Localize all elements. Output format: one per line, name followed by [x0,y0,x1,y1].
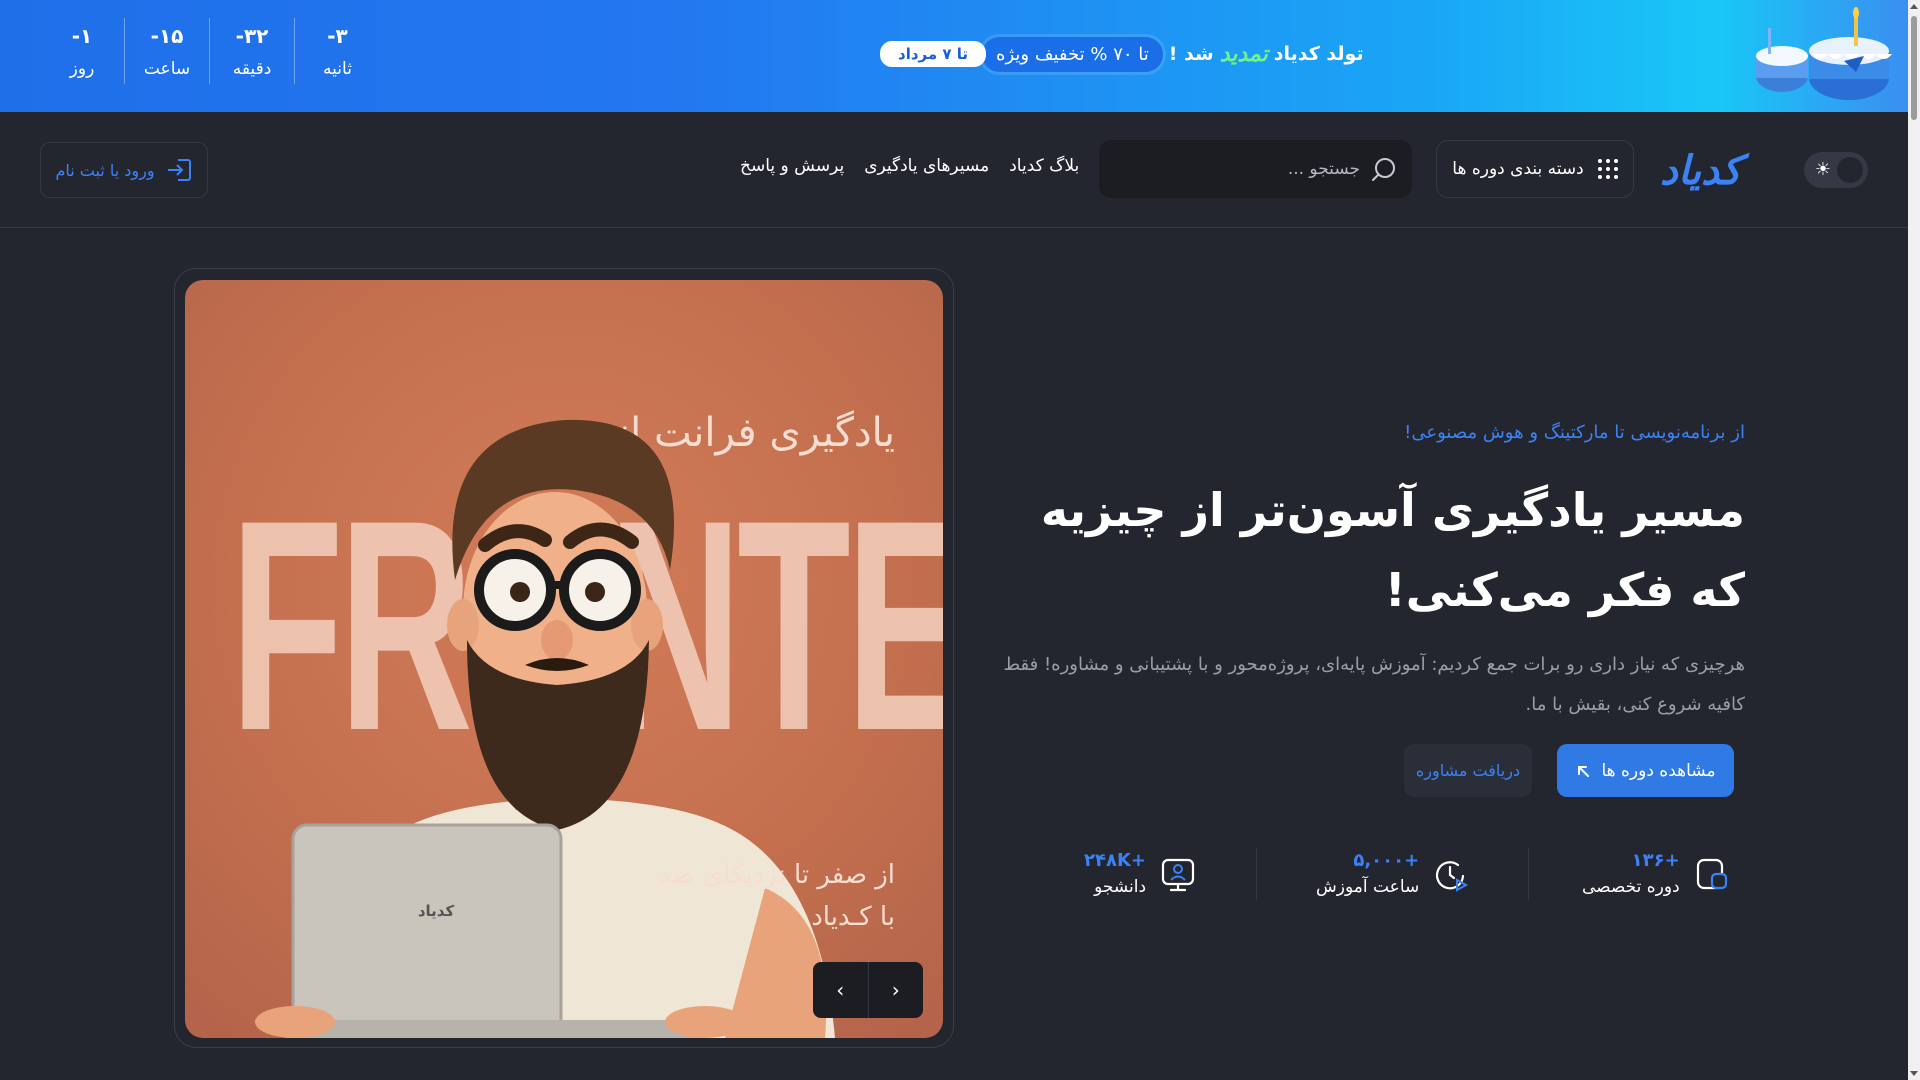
countdown-value: -۱ [71,24,93,48]
birthday-cake-icon [1756,7,1892,100]
countdown-seconds: -۳ ثانیه [295,18,380,84]
sun-icon: ☀ [1814,159,1832,180]
countdown-hours: -۱۵ ساعت [125,18,210,84]
countdown-value: -۱۵ [150,24,184,48]
countdown-label: ساعت [143,59,191,79]
categories-label: دسته بندی دوره ها [1452,159,1584,179]
login-label: ورود یا ثبت نام [55,160,155,180]
chevron-right-icon: › [891,978,900,1002]
countdown-value: -۳۲ [235,24,269,48]
categories-button[interactable]: دسته بندی دوره ها [1436,140,1634,198]
theme-toggle[interactable]: ☀ [1804,152,1868,188]
arrow-up-left-icon [1578,765,1590,777]
banner-text-prefix: تولد کدیاد [1273,43,1364,65]
nav-item-learning-paths[interactable]: مسیرهای یادگیری [864,156,989,176]
scrollbar-thumb[interactable] [1911,16,1917,120]
slide-subtitle-1: از صفر تا نزدیکای صد [658,860,895,890]
promo-banner[interactable]: -۱ روز -۱۵ ساعت -۳۲ دقیقه -۳ ثانیه تولد … [0,0,1908,112]
slider-next-button[interactable]: › [869,962,924,1018]
slider-controls: ‹ › [813,962,923,1018]
login-icon [167,159,191,181]
countdown-days: -۱ روز [40,18,125,84]
stat-divider [1528,848,1529,900]
banner-text-highlight: تمدید [1219,41,1268,67]
hero-description: هرچیزی که نیاز داری رو برات جمع کردیم: آ… [1003,654,1745,715]
stat-value: +۲۴۸K [1084,850,1147,871]
main-nav: بلاگ کدیاد مسیرهای یادگیری پرسش و پاسخ [740,156,1079,176]
search-icon[interactable] [1370,156,1398,184]
countdown-value: -۳ [327,24,348,48]
stat-students: +۲۴۸K دانشجو [1084,848,1196,900]
date-badge: تا ۷ مرداد [880,41,987,67]
search-input[interactable] [1120,140,1360,198]
stat-value: +۵,۰۰۰ [1353,850,1420,871]
stat-label: دانشجو [1094,877,1147,897]
chevron-left-icon: ‹ [836,978,845,1002]
grid-dots-icon [1597,159,1618,179]
site-header: ☀ کدیاد دسته بندی دوره ها بلاگ کدیاد مسی… [0,112,1908,228]
stat-value: +۱۳۶ [1631,850,1680,871]
banner-message: تولد کدیاد تمدید شد ! تا ۷۰ % تخفیف ویژه… [880,34,1364,74]
stat-label: ساعت آموزش [1316,877,1420,897]
view-courses-label: مشاهده دوره ها [1601,760,1716,781]
get-consultation-button[interactable]: دریافت مشاوره [1404,744,1532,797]
page-scrollbar[interactable] [1908,0,1920,1080]
hero-slide-image[interactable]: FRONTEND یادگیری فرانت اند [185,280,943,1038]
login-button[interactable]: ورود یا ثبت نام [40,142,208,198]
countdown-label: روز [69,59,95,79]
banner-text-suffix: شد ! [1168,43,1214,65]
countdown-label: دقیقه [232,59,272,79]
slide-subtitle-2: با کـدیاد [811,902,895,932]
countdown-minutes: -۳۲ دقیقه [210,18,295,84]
site-logo[interactable]: کدیاد [1660,148,1741,194]
stat-courses: +۱۳۶ دوره تخصصی [1582,848,1730,900]
toggle-knob [1837,157,1863,183]
search-box[interactable] [1099,140,1412,198]
hero-title: مسیر یادگیری آسون‌تر از چیزیه که فکر می‌… [1040,483,1745,617]
laptop-logo: کدیاد [417,902,455,920]
countdown-label: ثانیه [323,59,352,79]
scroll-down-arrow-icon[interactable] [1910,1071,1918,1076]
scroll-up-arrow-icon[interactable] [1910,4,1918,9]
stat-hours: +۵,۰۰۰ ساعت آموزش [1316,848,1469,900]
nav-item-qa[interactable]: پرسش و پاسخ [740,156,844,176]
hero-tagline: از برنامه‌نویسی تا مارکتینگ و هوش مصنوعی… [1404,422,1745,443]
countdown-timer: -۱ روز -۱۵ ساعت -۳۲ دقیقه -۳ ثانیه [40,18,380,84]
discount-pill: تا ۷۰ % تخفیف ویژه [982,36,1163,72]
course-icon [1696,858,1727,890]
slider-prev-button[interactable]: ‹ [813,962,869,1018]
student-icon [1161,858,1195,892]
clock-play-icon [1436,861,1469,892]
stat-label: دوره تخصصی [1582,877,1680,897]
view-courses-button[interactable]: مشاهده دوره ها [1557,744,1734,797]
nav-item-blog[interactable]: بلاگ کدیاد [1009,156,1079,176]
stat-divider [1256,848,1257,900]
